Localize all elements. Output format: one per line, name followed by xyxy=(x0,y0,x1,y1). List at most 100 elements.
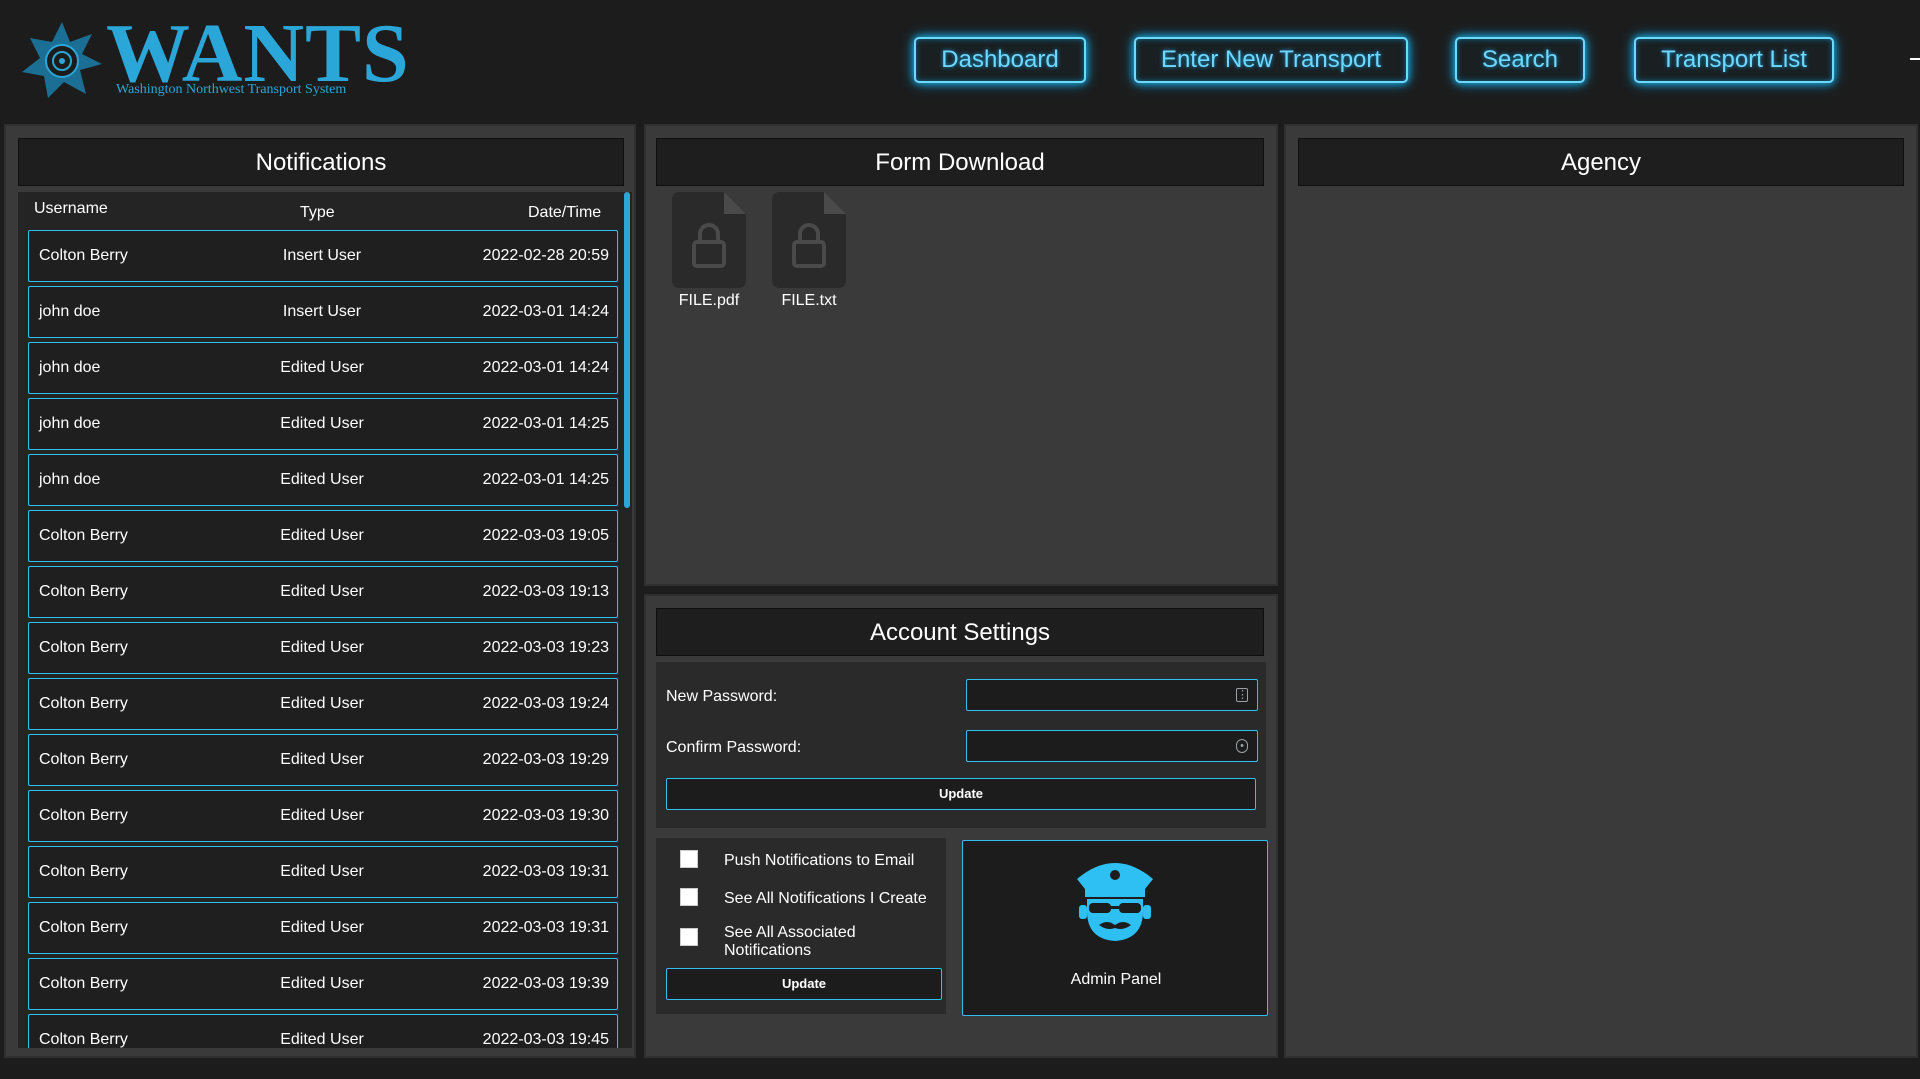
notification-preferences: Push Notifications to Email See All Noti… xyxy=(656,838,946,1014)
notification-type: Edited User xyxy=(280,415,364,432)
notification-datetime: 2022-03-03 19:31 xyxy=(482,863,609,880)
notification-username: Colton Berry xyxy=(39,919,128,936)
notifications-panel: Notifications Username Type Date/Time Co… xyxy=(4,124,636,1058)
notification-type: Edited User xyxy=(280,1031,364,1048)
new-password-input[interactable] xyxy=(966,679,1258,711)
notification-type: Edited User xyxy=(280,471,364,488)
nav-enter-new-transport-button[interactable]: Enter New Transport xyxy=(1134,37,1408,83)
notification-username: Colton Berry xyxy=(39,751,128,768)
notification-row[interactable]: Colton Berry Edited User 2022-03-03 19:23 xyxy=(28,622,618,674)
police-officer-icon xyxy=(1077,863,1153,941)
admin-panel-label: Admin Panel xyxy=(1070,971,1162,988)
notification-type: Edited User xyxy=(280,527,364,544)
see-all-created-checkbox[interactable] xyxy=(680,888,698,906)
admin-panel-button[interactable]: Admin Panel xyxy=(962,840,1268,1016)
file-pdf[interactable]: FILE.pdf xyxy=(664,192,754,316)
notification-type: Edited User xyxy=(280,359,364,376)
notification-type: Edited User xyxy=(280,807,364,824)
app-header: WANTS Washington Northwest Transport Sys… xyxy=(0,0,1920,122)
notification-type: Insert User xyxy=(282,247,362,264)
notification-type: Edited User xyxy=(280,919,364,936)
notification-row[interactable]: Colton Berry Edited User 2022-03-03 19:29 xyxy=(28,734,618,786)
notification-datetime: 2022-03-03 19:31 xyxy=(482,919,609,936)
see-all-associated-checkbox[interactable] xyxy=(680,928,698,946)
notification-username: Colton Berry xyxy=(39,975,128,992)
agency-title: Agency xyxy=(1298,138,1904,186)
file-name: FILE.pdf xyxy=(678,292,740,309)
notification-datetime: 2022-02-28 20:59 xyxy=(482,247,609,264)
push-notifications-label: Push Notifications to Email xyxy=(724,852,915,869)
header-divider xyxy=(1910,58,1920,60)
notification-row[interactable]: john doe Edited User 2022-03-01 14:24 xyxy=(28,342,618,394)
notification-username: john doe xyxy=(39,415,101,432)
notification-datetime: 2022-03-03 19:13 xyxy=(482,583,609,600)
notifications-title: Notifications xyxy=(18,138,624,186)
notification-type: Insert User xyxy=(282,303,362,320)
notifications-scrollbar[interactable] xyxy=(624,192,630,508)
logo-subtitle: Washington Northwest Transport System xyxy=(116,82,347,97)
file-name: FILE.txt xyxy=(781,292,837,309)
notification-datetime: 2022-03-01 14:25 xyxy=(482,415,609,432)
notification-row[interactable]: john doe Edited User 2022-03-01 14:25 xyxy=(28,454,618,506)
form-download-title: Form Download xyxy=(656,138,1264,186)
notification-username: john doe xyxy=(39,359,101,376)
notification-username: Colton Berry xyxy=(39,863,128,880)
notifications-rows: Colton Berry Insert User 2022-02-28 20:59 j… xyxy=(28,230,618,1048)
column-header-username: Username xyxy=(34,200,108,217)
account-settings-panel: Account Settings New Password: ⋮ Confirm… xyxy=(644,594,1278,1058)
notification-datetime: 2022-03-03 19:23 xyxy=(482,639,609,656)
notification-row[interactable]: john doe Insert User 2022-03-01 14:24 xyxy=(28,286,618,338)
notification-row[interactable]: Colton Berry Edited User 2022-03-03 19:05 xyxy=(28,510,618,562)
notification-row[interactable]: Colton Berry Edited User 2022-03-03 19:30 xyxy=(28,790,618,842)
notification-row[interactable]: Colton Berry Edited User 2022-03-03 19:31 xyxy=(28,846,618,898)
notification-type: Edited User xyxy=(280,751,364,768)
notification-datetime: 2022-03-03 19:30 xyxy=(482,807,609,824)
nav-dashboard-button[interactable]: Dashboard xyxy=(914,37,1086,83)
password-update-button[interactable]: Update xyxy=(666,778,1256,810)
nav-transport-list-button[interactable]: Transport List xyxy=(1634,37,1834,83)
wants-logo[interactable]: WANTS Washington Northwest Transport Sys… xyxy=(20,12,409,102)
notification-username: Colton Berry xyxy=(39,807,128,824)
notification-row[interactable]: Colton Berry Edited User 2022-03-03 19:13 xyxy=(28,566,618,618)
notification-row[interactable]: Colton Berry Edited User 2022-03-03 19:31 xyxy=(28,902,618,954)
notification-datetime: 2022-03-03 19:05 xyxy=(482,527,609,544)
confirm-password-label: Confirm Password: xyxy=(666,739,802,756)
notification-datetime: 2022-03-01 14:25 xyxy=(482,471,609,488)
notification-datetime: 2022-03-03 19:24 xyxy=(482,695,609,712)
locked-file-icon xyxy=(772,192,846,288)
notification-datetime: 2022-03-03 19:39 xyxy=(482,975,609,992)
nav-search-button[interactable]: Search xyxy=(1455,37,1585,83)
notification-row[interactable]: Colton Berry Edited User 2022-03-03 19:45 xyxy=(28,1014,618,1048)
locked-file-icon xyxy=(672,192,746,288)
notification-type: Edited User xyxy=(280,583,364,600)
new-password-label: New Password: xyxy=(666,688,778,705)
notification-row[interactable]: Colton Berry Edited User 2022-03-03 19:24 xyxy=(28,678,618,730)
notification-datetime: 2022-03-01 14:24 xyxy=(482,359,609,376)
notifications-list[interactable]: Username Type Date/Time Colton Berry Inse… xyxy=(18,192,632,1048)
notification-username: Colton Berry xyxy=(39,695,128,712)
notifications-header-row: Username Type Date/Time xyxy=(18,192,618,230)
preferences-update-button[interactable]: Update xyxy=(666,968,942,1000)
agency-panel: Agency xyxy=(1284,124,1918,1058)
password-manager-icon[interactable]: ⋮ xyxy=(1236,688,1248,702)
account-settings-title: Account Settings xyxy=(656,608,1264,656)
notification-datetime: 2022-03-03 19:29 xyxy=(482,751,609,768)
push-notifications-checkbox[interactable] xyxy=(680,850,698,868)
notification-row[interactable]: john doe Edited User 2022-03-01 14:25 xyxy=(28,398,618,450)
password-key-icon[interactable]: • xyxy=(1236,739,1248,753)
notification-row[interactable]: Colton Berry Insert User 2022-02-28 20:59 xyxy=(28,230,618,282)
notification-type: Edited User xyxy=(280,695,364,712)
password-form: New Password: ⋮ Confirm Password: • Upda… xyxy=(656,662,1266,828)
confirm-password-input[interactable] xyxy=(966,730,1258,762)
star-badge-icon xyxy=(22,22,102,98)
file-txt[interactable]: FILE.txt xyxy=(764,192,854,316)
notification-datetime: 2022-03-01 14:24 xyxy=(482,303,609,320)
notification-row[interactable]: Colton Berry Edited User 2022-03-03 19:39 xyxy=(28,958,618,1010)
notification-type: Edited User xyxy=(280,863,364,880)
notification-type: Edited User xyxy=(280,975,364,992)
see-all-associated-label: See All Associated Notifications xyxy=(724,924,856,959)
notification-datetime: 2022-03-03 19:45 xyxy=(482,1031,609,1048)
notification-username: john doe xyxy=(39,471,101,488)
see-all-created-label: See All Notifications I Create xyxy=(724,890,927,907)
notification-username: john doe xyxy=(39,303,101,320)
